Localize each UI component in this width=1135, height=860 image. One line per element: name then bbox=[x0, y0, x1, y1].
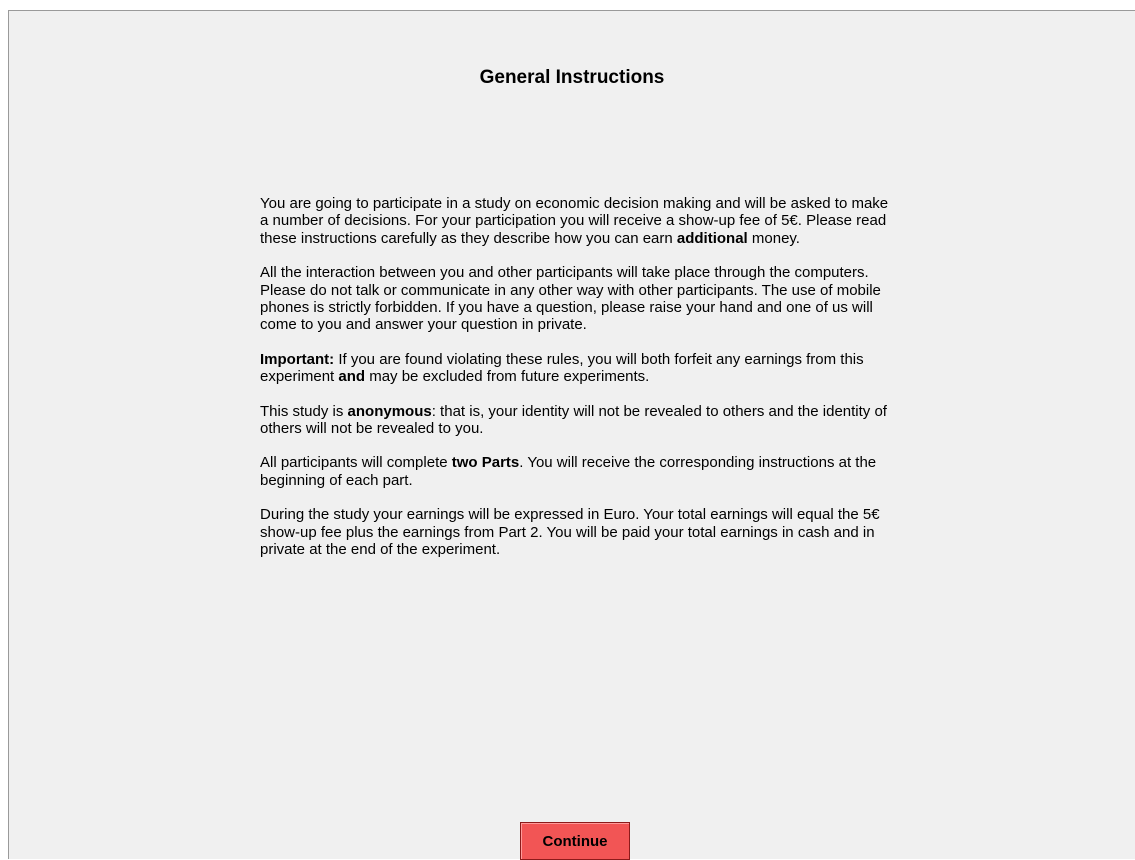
emphasis-and: and bbox=[338, 368, 366, 386]
emphasis-additional: additional bbox=[676, 229, 748, 247]
paragraph-earnings: During the study your earnings will be e… bbox=[260, 506, 880, 559]
emphasis-important: Important: bbox=[260, 350, 335, 368]
page-title: General Instructions bbox=[479, 67, 665, 88]
paragraph-important: Important: If you are found violating th… bbox=[260, 350, 864, 386]
paragraph-participation: You are going to participate in a study … bbox=[260, 195, 889, 247]
continue-button[interactable]: Continue bbox=[520, 822, 630, 860]
emphasis-two-parts: two Parts bbox=[451, 454, 520, 472]
paragraph-interaction-rules: All the interaction between you and othe… bbox=[260, 264, 881, 334]
paragraph-anonymous: This study is anonymous: that is, your i… bbox=[260, 402, 887, 438]
paragraph-two-parts: All participants will complete two Parts… bbox=[260, 454, 877, 489]
instructions-text: You are going to participate in a study … bbox=[260, 195, 900, 576]
instructions-screen: General Instructions You are going to pa… bbox=[8, 10, 1135, 860]
emphasis-anonymous: anonymous bbox=[347, 402, 432, 420]
